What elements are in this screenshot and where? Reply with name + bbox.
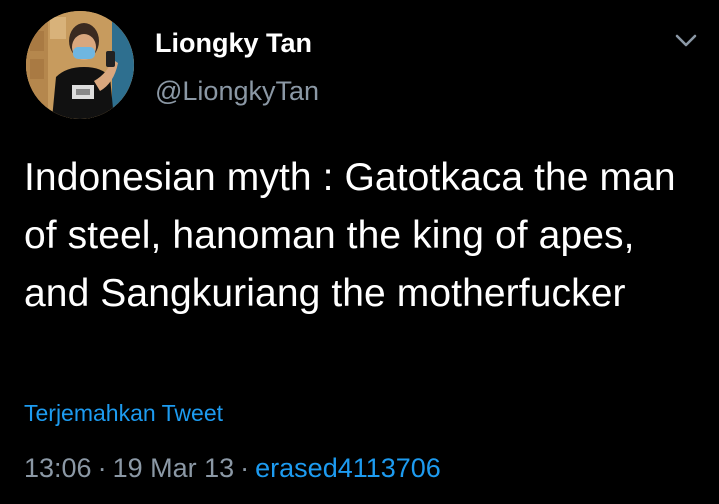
tweet-time[interactable]: 13:06	[24, 453, 92, 483]
tweet-meta: 13:06 · 19 Mar 13 · erased4113706	[24, 450, 441, 486]
meta-separator: ·	[97, 453, 107, 483]
avatar[interactable]	[26, 11, 134, 119]
author-display-name[interactable]: Liongky Tan	[155, 27, 312, 59]
chevron-down-icon[interactable]	[671, 29, 701, 53]
tweet-date[interactable]: 19 Mar 13	[113, 453, 235, 483]
tweet-text: Indonesian myth : Gatotkaca the man of s…	[24, 156, 676, 315]
author-handle[interactable]: @LiongkyTan	[155, 75, 319, 107]
profile-photo	[26, 11, 134, 119]
tweet-source-link[interactable]: erased4113706	[255, 453, 441, 483]
tweet-card: Liongky Tan @LiongkyTan Indonesian myth …	[0, 0, 719, 504]
meta-separator: ·	[240, 453, 250, 483]
translate-tweet-link[interactable]: Terjemahkan Tweet	[24, 398, 223, 428]
